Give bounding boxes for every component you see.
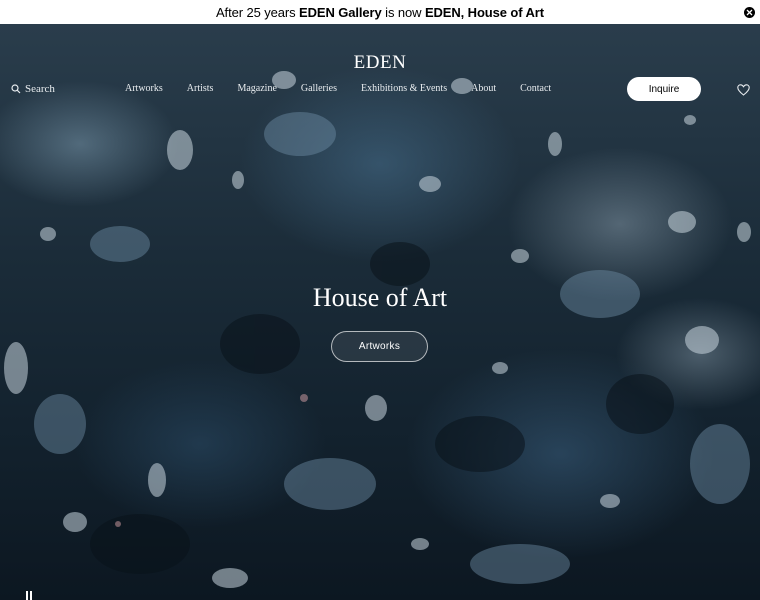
site-logo[interactable]: EDEN	[0, 52, 760, 74]
announcement-part: EDEN, House of Art	[424, 4, 544, 20]
nav-item-contact[interactable]: Contact	[508, 83, 563, 95]
nav-item-magazine[interactable]: Magazine	[225, 83, 288, 95]
nav-item-galleries[interactable]: Galleries	[289, 83, 349, 95]
announcement-part: EDEN Gallery	[299, 4, 382, 20]
hero-title: House of Art	[312, 283, 448, 312]
nav-item-artworks[interactable]: Artworks	[113, 83, 175, 95]
pause-icon[interactable]	[26, 591, 32, 600]
announcement-part: After 25 years	[215, 4, 300, 20]
heart-icon[interactable]	[737, 83, 750, 101]
nav-item-exhibitions-events[interactable]: Exhibitions & Events	[349, 83, 459, 95]
inquire-button[interactable]: Inquire	[627, 77, 701, 101]
search-label: Search	[25, 83, 55, 95]
announcement-bar: After 25 years EDEN Gallery is now EDEN,…	[0, 0, 760, 24]
announcement-part: is now	[381, 4, 425, 20]
main-nav: Artworks Artists Magazine Galleries Exhi…	[113, 83, 563, 95]
artworks-cta-button[interactable]: Artworks	[331, 331, 428, 362]
pause-bar	[26, 591, 28, 600]
nav-item-artists[interactable]: Artists	[175, 83, 226, 95]
pause-bar	[30, 591, 32, 600]
search-icon	[11, 84, 21, 94]
search-button[interactable]: Search	[11, 83, 55, 95]
close-icon[interactable]	[744, 7, 755, 18]
nav-item-about[interactable]: About	[459, 83, 508, 95]
announcement-text: After 25 years EDEN Gallery is now EDEN,…	[216, 5, 544, 20]
